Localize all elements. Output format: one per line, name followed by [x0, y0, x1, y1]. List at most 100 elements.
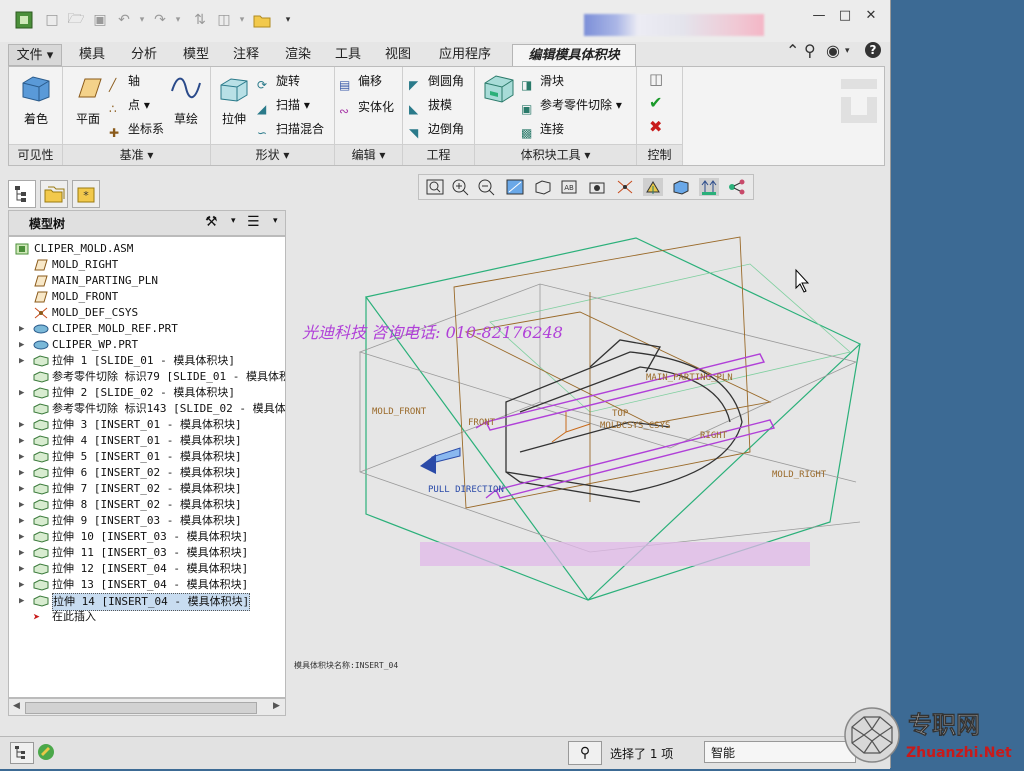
pause-icon[interactable]: ◫ [649, 69, 663, 89]
community-dropdown-icon[interactable]: ▾ [845, 46, 850, 56]
display-style-icon[interactable] [587, 178, 607, 196]
join-button[interactable]: ▩ 连接 [521, 119, 564, 140]
tree-expand-icon[interactable]: ▶ [19, 385, 27, 401]
windows-dropdown-icon[interactable]: ▾ [232, 10, 252, 30]
tab-mold[interactable]: 模具 [72, 44, 112, 66]
group-label-volume-tools[interactable]: 体积块工具 ▾ [475, 144, 636, 165]
group-label-datum[interactable]: 基准 ▾ [63, 144, 210, 165]
axis-button[interactable]: ╱ 轴 [109, 71, 140, 92]
customize-qat-icon[interactable]: ▾ [278, 10, 298, 30]
scroll-left-icon[interactable]: ◀ [13, 701, 20, 711]
saved-views-icon[interactable]: AB [559, 178, 579, 196]
tab-render[interactable]: 渲染 [278, 44, 318, 66]
swept-blend-button[interactable]: ∽ 扫描混合 [257, 119, 324, 140]
extrude-button[interactable]: 拉伸 [211, 73, 257, 133]
datum-display-icon[interactable] [615, 178, 635, 196]
new-file-icon[interactable]: □ [42, 10, 62, 30]
redo-icon[interactable]: ↷ [150, 10, 170, 30]
offset-button[interactable]: ▤ 偏移 [339, 71, 382, 92]
regenerate-icon[interactable]: ⇅ [190, 10, 210, 30]
scroll-right-icon[interactable]: ▶ [273, 701, 280, 711]
tab-analysis[interactable]: 分析 [124, 44, 164, 66]
spin-center-icon[interactable] [643, 178, 663, 196]
tree-expand-icon[interactable]: ▶ [19, 529, 27, 545]
find-icon[interactable]: ⚲ [568, 741, 602, 765]
refit-icon[interactable] [425, 178, 445, 196]
tab-annotate[interactable]: 注释 [226, 44, 266, 66]
chamfer-button[interactable]: ◥ 边倒角 [409, 119, 464, 140]
folder-browser-tab-icon[interactable] [40, 180, 68, 208]
graphics-viewport[interactable]: MOLD_FRONT FRONT MAIN_PARTING_PLN TOP MO… [290, 202, 888, 720]
ribbon-collapse-icon[interactable]: ⌃ [786, 41, 799, 60]
zoom-in-icon[interactable] [451, 178, 471, 196]
tree-expand-icon[interactable]: ▶ [19, 465, 27, 481]
cancel-x-icon[interactable]: ✖ [649, 117, 662, 137]
undo-dropdown-icon[interactable]: ▾ [132, 10, 152, 30]
network-icon[interactable] [727, 178, 747, 196]
tree-expand-icon[interactable]: ▶ [19, 353, 27, 369]
slide-button[interactable]: ◨ 滑块 [521, 71, 564, 92]
favorites-tab-icon[interactable]: * [72, 180, 100, 208]
close-button[interactable]: ✕ [858, 8, 884, 28]
tab-tools[interactable]: 工具 [328, 44, 368, 66]
tree-expand-icon[interactable]: ▶ [19, 481, 27, 497]
group-label-shapes[interactable]: 形状 ▾ [211, 144, 334, 165]
minimize-button[interactable]: — [806, 8, 832, 28]
volume-block-button[interactable] [479, 73, 519, 133]
tree-expand-icon[interactable]: ▶ [19, 417, 27, 433]
show-navigator-icon[interactable] [10, 742, 34, 764]
community-icon[interactable]: ◉ [826, 41, 840, 60]
app-icon[interactable] [14, 10, 34, 30]
sketch-button[interactable]: 草绘 [163, 73, 209, 133]
volume-display-icon[interactable] [671, 178, 691, 196]
tab-file[interactable]: 文件 ▾ [8, 44, 62, 66]
group-label-editing[interactable]: 编辑 ▾ [335, 144, 402, 165]
tree-expand-icon[interactable]: ▶ [19, 497, 27, 513]
ref-part-cutout-button[interactable]: ▣ 参考零件切除 ▾ [521, 95, 622, 116]
round-button[interactable]: ◤ 倒圆角 [409, 71, 464, 92]
tree-expand-icon[interactable]: ▶ [19, 577, 27, 593]
tree-show-dropdown-icon[interactable]: ▾ [273, 216, 278, 226]
tree-settings-dropdown-icon[interactable]: ▾ [231, 216, 236, 226]
pull-direction-icon[interactable] [699, 178, 719, 196]
tab-model[interactable]: 模型 [176, 44, 216, 66]
tree-expand-icon[interactable]: ▶ [19, 449, 27, 465]
tree-expand-icon[interactable]: ▶ [19, 513, 27, 529]
model-tree-tab-icon[interactable] [8, 180, 36, 208]
tab-apps[interactable]: 应用程序 [430, 44, 500, 66]
show-browser-icon[interactable] [36, 742, 58, 762]
repaint-icon[interactable] [505, 178, 525, 196]
tree-settings-icon[interactable]: ⚒ [205, 214, 218, 230]
maximize-button[interactable]: □ [832, 8, 858, 28]
revolve-button[interactable]: ⟳ 旋转 [257, 71, 300, 92]
search-icon[interactable]: ⚲ [804, 41, 816, 60]
draft-button[interactable]: ◣ 拔模 [409, 95, 452, 116]
tree-expand-icon[interactable]: ▶ [19, 561, 27, 577]
tree-horizontal-scrollbar[interactable]: ◀ ▶ [8, 698, 286, 716]
sweep-button[interactable]: ◢ 扫描 ▾ [257, 95, 310, 116]
scroll-thumb[interactable] [25, 702, 257, 714]
view-orientation-icon[interactable] [533, 178, 553, 196]
plane-button[interactable]: 平面 [65, 73, 111, 133]
tree-expand-icon[interactable]: ▶ [19, 321, 27, 337]
folder-icon[interactable] [252, 10, 272, 30]
shade-button[interactable]: 着色 [13, 73, 59, 133]
tab-edit-mold-volume[interactable]: 编辑模具体积块 [512, 44, 636, 66]
save-icon[interactable]: ▣ [90, 10, 110, 30]
windows-icon[interactable]: ◫ [214, 10, 234, 30]
redo-dropdown-icon[interactable]: ▾ [168, 10, 188, 30]
csys-button[interactable]: ✚ 坐标系 [109, 119, 164, 140]
zoom-out-icon[interactable] [477, 178, 497, 196]
solidify-button[interactable]: ∾ 实体化 [339, 97, 394, 118]
confirm-check-icon[interactable]: ✔ [649, 93, 662, 113]
tree-expand-icon[interactable]: ▶ [19, 545, 27, 561]
selection-filter-select[interactable]: 智能 [704, 741, 856, 763]
tree-expand-icon[interactable]: ▶ [19, 337, 27, 353]
tab-view[interactable]: 视图 [378, 44, 418, 66]
point-button[interactable]: ∴ 点 ▾ [109, 95, 150, 116]
help-icon[interactable]: ? [864, 41, 882, 63]
open-file-icon[interactable]: 🗁 [66, 10, 86, 30]
tree-expand-icon[interactable]: ▶ [19, 433, 27, 449]
tree-expand-icon[interactable]: ▶ [19, 593, 27, 609]
tree-show-icon[interactable]: ☰ [247, 214, 260, 230]
